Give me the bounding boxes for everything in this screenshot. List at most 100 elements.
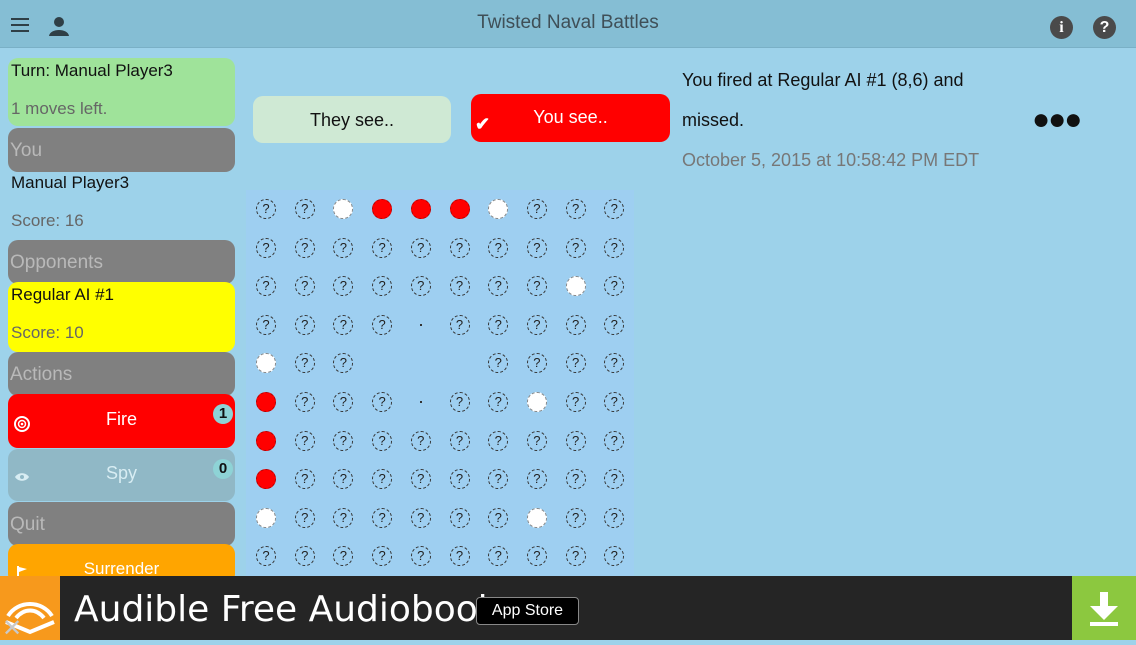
board-cell-unknown[interactable]: ? bbox=[604, 430, 625, 451]
board-cell-unknown[interactable]: ? bbox=[604, 199, 625, 219]
board-cell-unknown[interactable]: ? bbox=[333, 237, 354, 258]
board-cell-unknown[interactable]: ? bbox=[372, 507, 393, 528]
board-cell-unknown[interactable]: ? bbox=[604, 392, 625, 412]
board-cell-unknown[interactable]: ? bbox=[526, 276, 547, 297]
board-cell-unknown[interactable]: ? bbox=[488, 469, 509, 490]
board-cell-unknown[interactable]: ? bbox=[526, 199, 547, 219]
they-see-button[interactable]: They see.. bbox=[253, 96, 451, 143]
board-cell-unknown[interactable]: ? bbox=[604, 469, 625, 490]
board-cell-unknown[interactable]: ? bbox=[294, 430, 315, 451]
board-cell-unknown[interactable]: ? bbox=[410, 237, 431, 258]
board-cell-miss[interactable] bbox=[256, 507, 276, 528]
board-cell-unknown[interactable]: ? bbox=[372, 392, 393, 412]
ad-banner[interactable]: ✕ Audible Free Audiobook. App Store bbox=[0, 576, 1136, 643]
board-cell-unknown[interactable]: ? bbox=[333, 392, 354, 412]
board-cell-unknown[interactable]: ? bbox=[294, 392, 315, 412]
board-cell-unknown[interactable]: ? bbox=[294, 469, 315, 490]
board-cell-unknown[interactable]: ? bbox=[294, 237, 315, 258]
close-icon[interactable]: ✕ bbox=[2, 614, 22, 643]
board-cell-unknown[interactable]: ? bbox=[604, 353, 625, 374]
board-cell-unknown[interactable]: ? bbox=[488, 314, 509, 335]
board-cell-empty[interactable] bbox=[419, 401, 422, 403]
board-cell-unknown[interactable]: ? bbox=[333, 469, 354, 490]
board-cell-miss[interactable] bbox=[256, 353, 276, 374]
board-cell-hit[interactable] bbox=[449, 199, 470, 219]
board-cell-unknown[interactable]: ? bbox=[488, 507, 509, 528]
board-cell-unknown[interactable]: ? bbox=[333, 430, 354, 451]
board-cell-hit[interactable] bbox=[372, 199, 393, 219]
board-cell-unknown[interactable]: ? bbox=[488, 546, 509, 567]
board-cell-unknown[interactable]: ? bbox=[488, 430, 509, 451]
board-cell-unknown[interactable]: ? bbox=[604, 546, 625, 567]
board-cell-unknown[interactable]: ? bbox=[488, 392, 509, 412]
board-cell-unknown[interactable]: ? bbox=[565, 469, 586, 490]
board-cell-unknown[interactable]: ? bbox=[565, 430, 586, 451]
download-button[interactable] bbox=[1072, 576, 1136, 640]
board-cell-unknown[interactable]: ? bbox=[488, 276, 509, 297]
board-cell-unknown[interactable]: ? bbox=[604, 314, 625, 335]
board-cell-miss[interactable] bbox=[488, 199, 509, 219]
board-cell-unknown[interactable]: ? bbox=[372, 469, 393, 490]
board-cell-blank[interactable] bbox=[411, 353, 431, 373]
board-cell-unknown[interactable]: ? bbox=[565, 237, 586, 258]
board-cell-unknown[interactable]: ? bbox=[256, 276, 276, 297]
spy-button[interactable]: Spy 0 bbox=[8, 449, 235, 501]
board-cell-blank[interactable] bbox=[450, 353, 470, 373]
board-cell-unknown[interactable]: ? bbox=[333, 353, 354, 374]
board-cell-unknown[interactable]: ? bbox=[294, 353, 315, 374]
you-see-button[interactable]: ✔ You see.. bbox=[471, 94, 670, 142]
board-cell-unknown[interactable]: ? bbox=[565, 392, 586, 412]
board-cell-miss[interactable] bbox=[333, 199, 354, 219]
board-cell-unknown[interactable]: ? bbox=[565, 507, 586, 528]
board-cell-unknown[interactable]: ? bbox=[294, 546, 315, 567]
board-cell-unknown[interactable]: ? bbox=[565, 199, 586, 219]
board-cell-unknown[interactable]: ? bbox=[565, 314, 586, 335]
board-cell-unknown[interactable]: ? bbox=[333, 314, 354, 335]
board-cell-miss[interactable] bbox=[526, 507, 547, 528]
board-cell-empty[interactable] bbox=[419, 323, 422, 326]
board-cell-unknown[interactable]: ? bbox=[449, 276, 470, 297]
board-cell-unknown[interactable]: ? bbox=[410, 546, 431, 567]
board-cell-unknown[interactable]: ? bbox=[372, 237, 393, 258]
board-cell-unknown[interactable]: ? bbox=[333, 546, 354, 567]
board-cell-unknown[interactable]: ? bbox=[294, 276, 315, 297]
board-cell-unknown[interactable]: ? bbox=[449, 392, 470, 412]
board-cell-unknown[interactable]: ? bbox=[294, 314, 315, 335]
help-icon[interactable]: ? bbox=[1093, 16, 1116, 39]
board-cell-unknown[interactable]: ? bbox=[449, 546, 470, 567]
board-cell-unknown[interactable]: ? bbox=[333, 507, 354, 528]
board-cell-hit[interactable] bbox=[256, 430, 276, 451]
board-cell-unknown[interactable]: ? bbox=[410, 469, 431, 490]
board-cell-unknown[interactable]: ? bbox=[372, 314, 393, 335]
board-cell-unknown[interactable]: ? bbox=[526, 314, 547, 335]
board-cell-unknown[interactable]: ? bbox=[256, 546, 276, 567]
board-cell-unknown[interactable]: ? bbox=[488, 353, 509, 374]
board-cell-unknown[interactable]: ? bbox=[449, 237, 470, 258]
board-cell-unknown[interactable]: ? bbox=[372, 546, 393, 567]
app-store-badge[interactable]: App Store bbox=[476, 597, 579, 625]
board-cell-unknown[interactable]: ? bbox=[256, 237, 276, 258]
board-cell-blank[interactable] bbox=[372, 353, 392, 373]
board-cell-unknown[interactable]: ? bbox=[604, 237, 625, 258]
board-cell-unknown[interactable]: ? bbox=[526, 546, 547, 567]
board-cell-unknown[interactable]: ? bbox=[333, 276, 354, 297]
board-cell-unknown[interactable]: ? bbox=[449, 314, 470, 335]
board-cell-hit[interactable] bbox=[256, 392, 276, 412]
info-icon[interactable]: i bbox=[1050, 16, 1073, 39]
board-cell-hit[interactable] bbox=[256, 469, 276, 490]
board-cell-unknown[interactable]: ? bbox=[565, 353, 586, 374]
board-cell-unknown[interactable]: ? bbox=[526, 430, 547, 451]
board-cell-unknown[interactable]: ? bbox=[449, 469, 470, 490]
board-cell-unknown[interactable]: ? bbox=[526, 469, 547, 490]
board-cell-unknown[interactable]: ? bbox=[372, 276, 393, 297]
board-cell-unknown[interactable]: ? bbox=[526, 353, 547, 374]
opponent-card[interactable]: Regular AI #1 Score: 10 bbox=[8, 282, 235, 352]
more-options-icon[interactable]: ●●● bbox=[1032, 103, 1082, 137]
board-cell-unknown[interactable]: ? bbox=[526, 237, 547, 258]
board-cell-unknown[interactable]: ? bbox=[410, 430, 431, 451]
board-cell-unknown[interactable]: ? bbox=[449, 507, 470, 528]
board-cell-unknown[interactable]: ? bbox=[410, 507, 431, 528]
board-cell-unknown[interactable]: ? bbox=[488, 237, 509, 258]
fire-button[interactable]: Fire 1 bbox=[8, 394, 235, 448]
board-cell-miss[interactable] bbox=[526, 392, 547, 412]
